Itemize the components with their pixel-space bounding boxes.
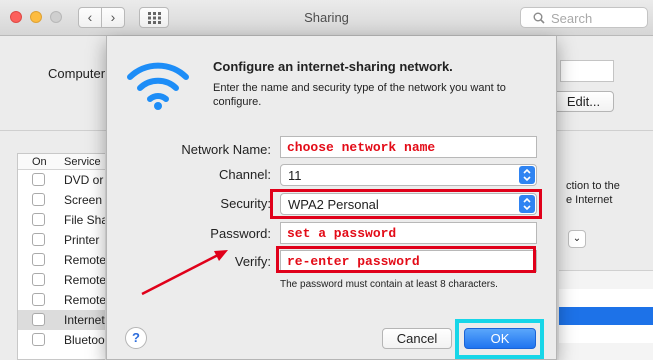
annotation-arrow-icon [141,250,228,296]
